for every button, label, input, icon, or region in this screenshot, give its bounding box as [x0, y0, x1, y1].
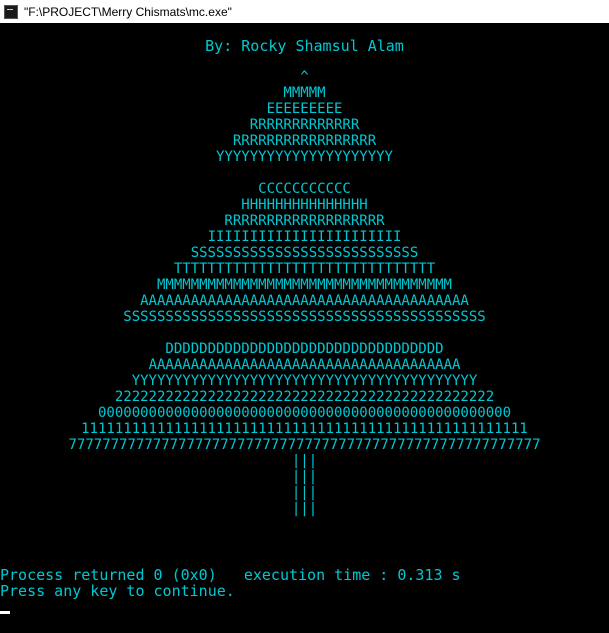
text-cursor: [0, 611, 10, 614]
tree-line: 1111111111111111111111111111111111111111…: [81, 421, 528, 437]
tree-trunk-line: |||: [291, 453, 318, 469]
tree-line: RRRRRRRRRRRRRRRRR: [232, 133, 377, 149]
process-status-line: Process returned 0 (0x0) execution time …: [0, 566, 461, 584]
console-app-icon: [4, 4, 18, 19]
tree-trunk-line: |||: [291, 469, 318, 485]
tree-line: EEEEEEEEE: [266, 101, 343, 117]
tree-line: RRRRRRRRRRRRRRRRRRR: [224, 213, 385, 229]
tree-line: YYYYYYYYYYYYYYYYYYYYYYYYYYYYYYYYYYYYYYYY…: [131, 373, 478, 389]
tree-line: 7777777777777777777777777777777777777777…: [68, 437, 541, 453]
window-title: "F:\PROJECT\Merry Chismats\mc.exe": [24, 4, 232, 19]
tree-line: HHHHHHHHHHHHHHH: [241, 197, 368, 213]
tree-line: AAAAAAAAAAAAAAAAAAAAAAAAAAAAAAAAAAAAAAA: [140, 293, 469, 309]
tree-line: RRRRRRRRRRRRR: [249, 117, 360, 133]
tree-line: SSSSSSSSSSSSSSSSSSSSSSSSSSSSSSSSSSSSSSSS…: [123, 309, 486, 325]
tree-line: DDDDDDDDDDDDDDDDDDDDDDDDDDDDDDDDD: [165, 341, 444, 357]
byline: By: Rocky Shamsul Alam: [205, 37, 404, 55]
tree-line: ^: [300, 69, 309, 85]
title-bar: "F:\PROJECT\Merry Chismats\mc.exe": [0, 0, 609, 23]
tree-line: MMMMMMMMMMMMMMMMMMMMMMMMMMMMMMMMMMM: [156, 277, 452, 293]
tree-trunk-line: |||: [291, 485, 318, 501]
tree-line: SSSSSSSSSSSSSSSSSSSSSSSSSSS: [190, 245, 419, 261]
tree-line: YYYYYYYYYYYYYYYYYYYYY: [215, 149, 393, 165]
tree-line: IIIIIIIIIIIIIIIIIIIIIII: [207, 229, 402, 245]
tree-line: 2222222222222222222222222222222222222222…: [114, 389, 495, 405]
continue-prompt: Press any key to continue.: [0, 582, 235, 600]
tree-line: TTTTTTTTTTTTTTTTTTTTTTTTTTTTTTT: [173, 261, 436, 277]
tree-line: CCCCCCCCCCC: [258, 181, 351, 197]
tree-line: MMMMM: [283, 85, 326, 101]
tree-line: AAAAAAAAAAAAAAAAAAAAAAAAAAAAAAAAAAAAA: [148, 357, 461, 373]
tree-trunk-line: |||: [291, 501, 318, 517]
console-area[interactable]: By: Rocky Shamsul Alam ^ MMMMM EEEEEEEEE RR…: [0, 23, 609, 633]
tree-line: 0000000000000000000000000000000000000000…: [97, 405, 511, 421]
